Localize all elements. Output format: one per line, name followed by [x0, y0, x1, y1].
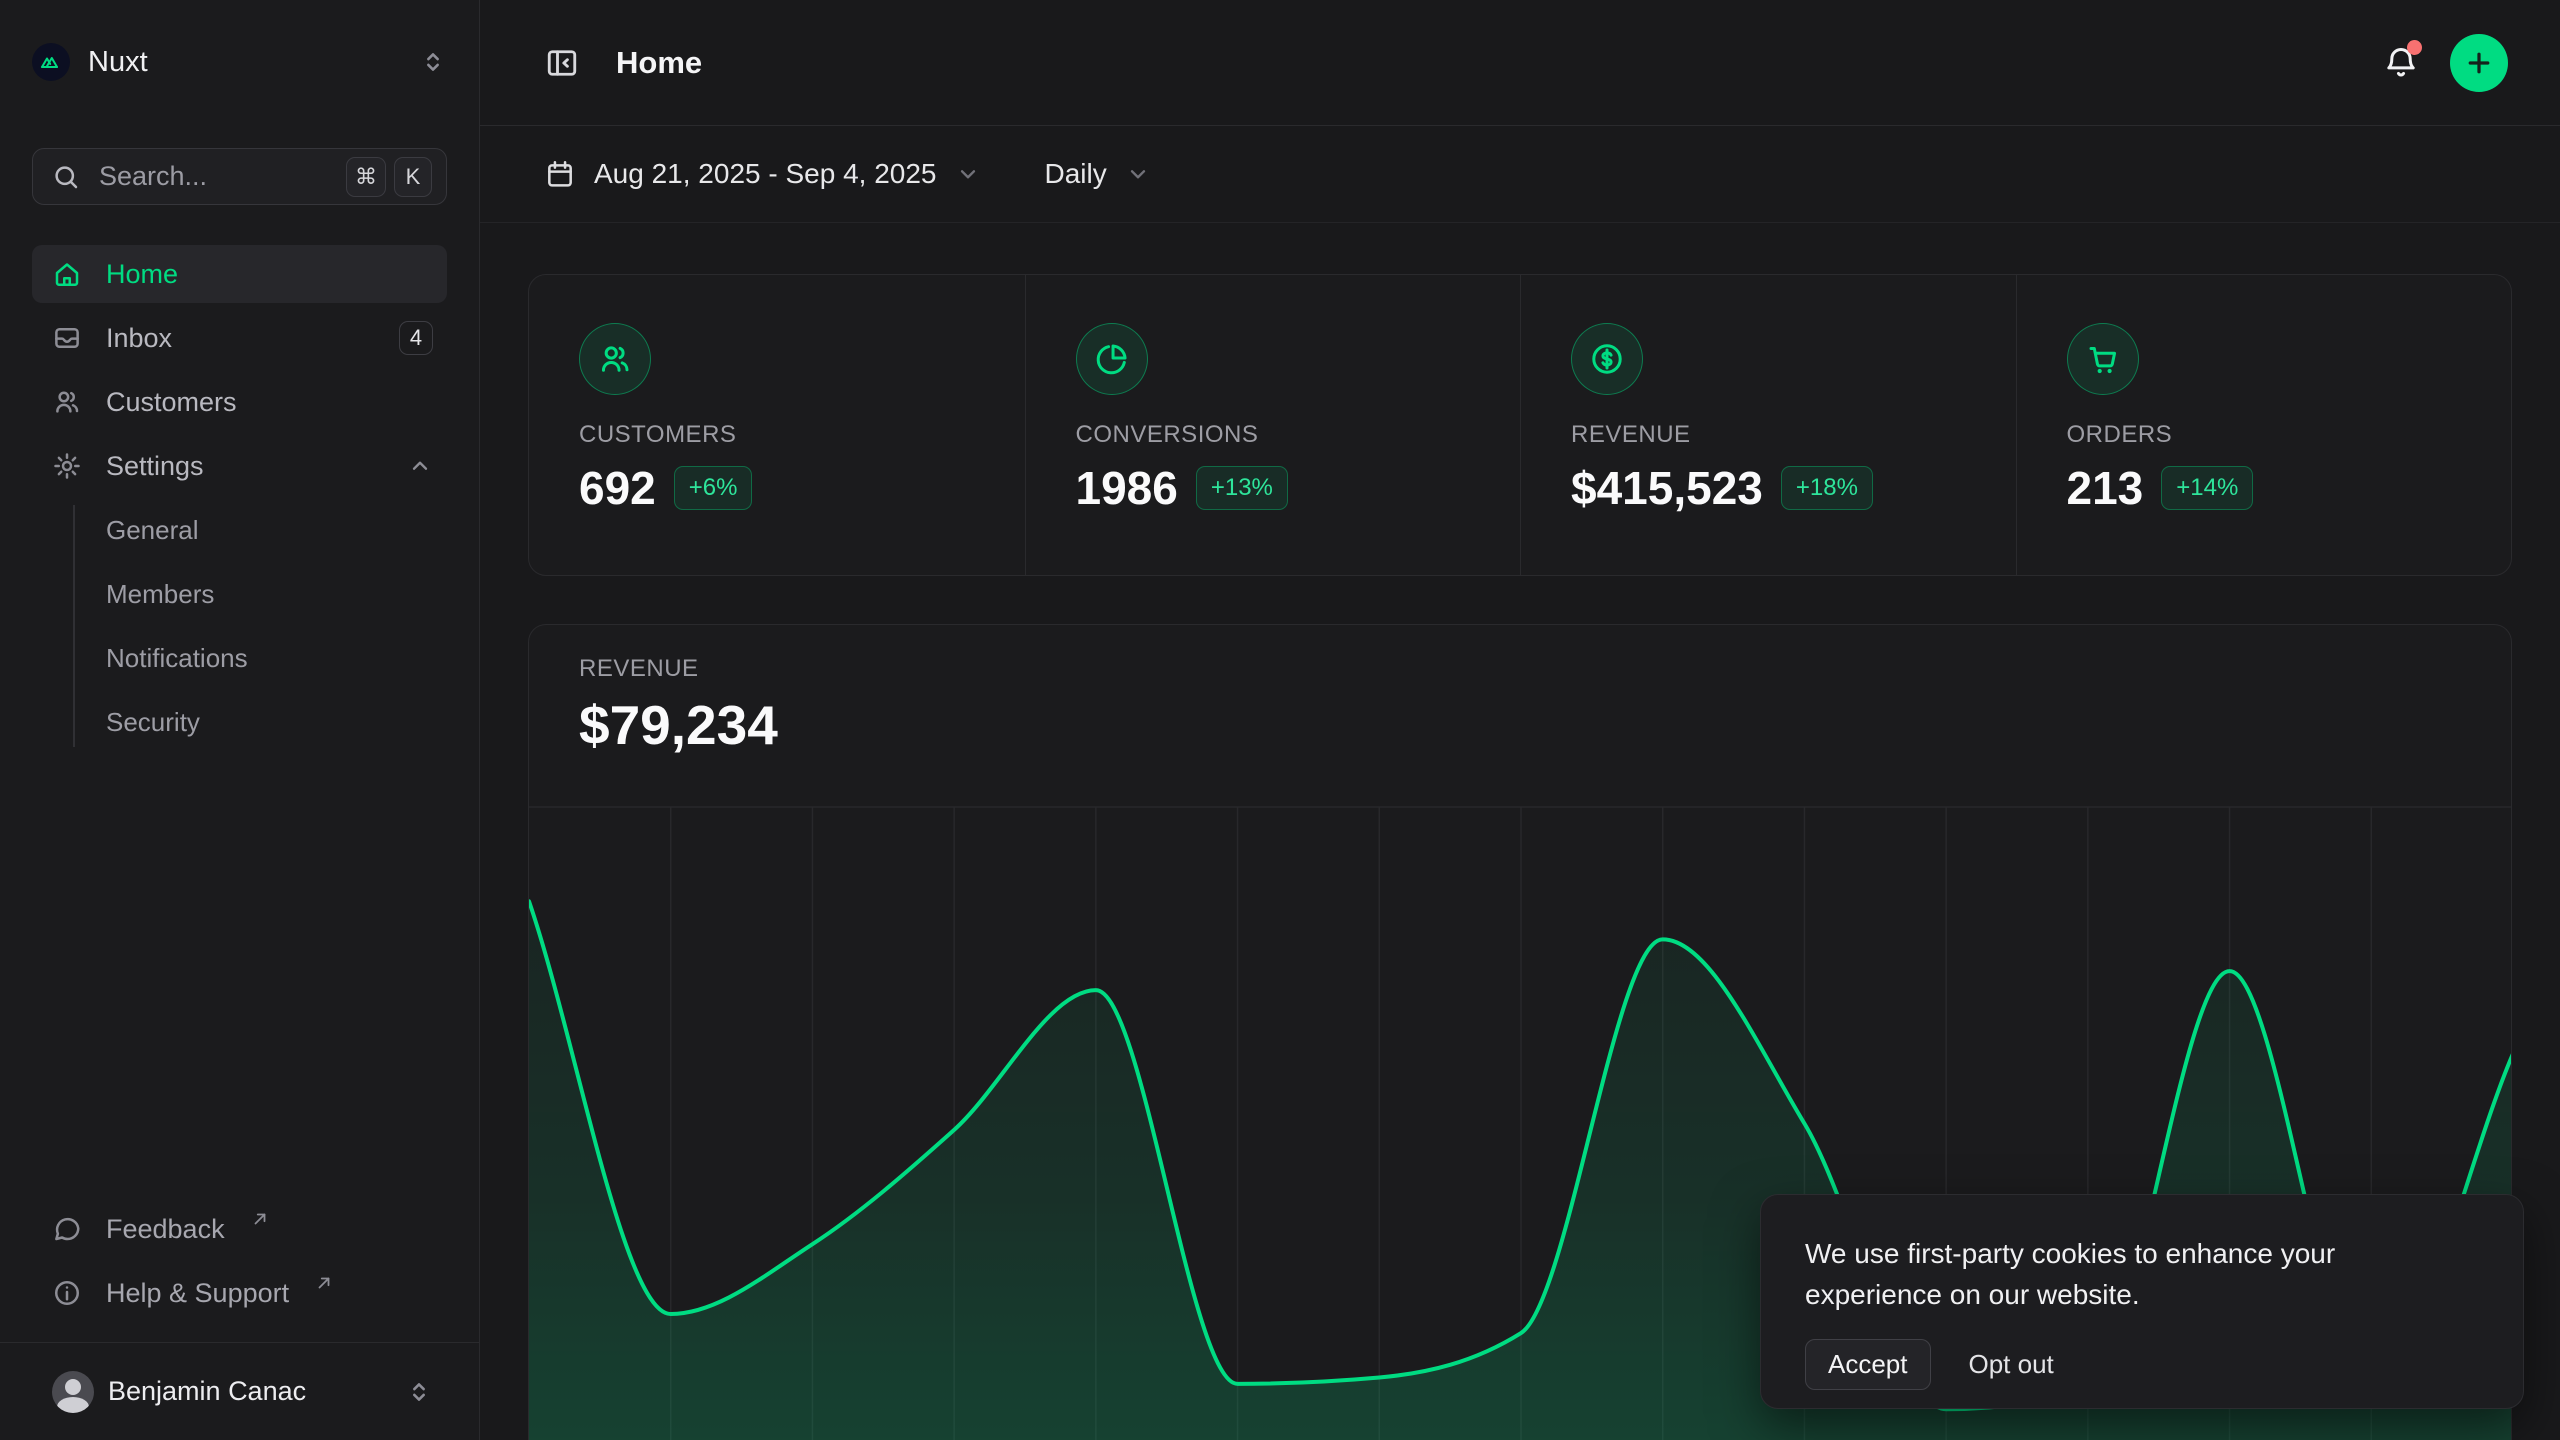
- stat-delta-badge: +6%: [674, 466, 753, 510]
- date-range-picker[interactable]: Aug 21, 2025 - Sep 4, 2025: [544, 158, 981, 190]
- main-area: Home Aug 21,: [480, 0, 2560, 1440]
- nuxt-logo-icon: [32, 43, 70, 81]
- chevron-up-icon: [407, 453, 433, 479]
- revenue-value: $79,234: [579, 693, 2511, 757]
- stat-card-orders[interactable]: ORDERS 213 +14%: [2016, 275, 2512, 575]
- info-circle-icon: [52, 1278, 82, 1308]
- search-input[interactable]: Search... ⌘ K: [32, 148, 447, 205]
- sidebar-item-settings[interactable]: Settings: [32, 437, 447, 495]
- settings-subnav: General Members Notifications Security: [32, 501, 447, 751]
- sidebar-item-notifications[interactable]: Notifications: [32, 629, 447, 687]
- sidebar-item-members[interactable]: Members: [32, 565, 447, 623]
- cookie-message: We use first-party cookies to enhance yo…: [1805, 1233, 2435, 1315]
- chevron-down-icon: [1125, 161, 1151, 187]
- stats-panel: CUSTOMERS 692 +6% CONVERSIONS 1986 +13%: [528, 274, 2512, 576]
- stat-value: 692: [579, 461, 656, 515]
- inbox-count-badge: 4: [399, 321, 433, 355]
- search-kbd-hint: ⌘ K: [346, 157, 432, 197]
- sidebar-collapse-icon[interactable]: [544, 45, 580, 81]
- calendar-icon: [544, 158, 576, 190]
- search-icon: [51, 162, 81, 192]
- stat-card-conversions[interactable]: CONVERSIONS 1986 +13%: [1025, 275, 1521, 575]
- sidebar-item-label: Settings: [106, 451, 204, 482]
- notifications-button[interactable]: [2382, 44, 2420, 82]
- stat-delta-badge: +14%: [2161, 466, 2253, 510]
- chat-bubble-icon: [52, 1214, 82, 1244]
- subnav-label: General: [106, 515, 199, 546]
- plus-icon: [2464, 48, 2494, 78]
- sidebar-item-customers[interactable]: Customers: [32, 373, 447, 431]
- sidebar-user-section: Benjamin Canac: [0, 1342, 479, 1440]
- sidebar: Nuxt Search... ⌘ K Home: [0, 0, 480, 1440]
- stat-delta-badge: +13%: [1196, 466, 1288, 510]
- workspace-switcher[interactable]: Nuxt: [32, 26, 447, 98]
- help-support-link[interactable]: Help & Support: [32, 1264, 447, 1322]
- stat-label: REVENUE: [1571, 421, 2016, 449]
- feedback-link[interactable]: Feedback: [32, 1200, 447, 1258]
- sidebar-item-security[interactable]: Security: [32, 693, 447, 751]
- notification-dot: [2407, 40, 2422, 55]
- chevron-down-icon: [955, 161, 981, 187]
- stat-label: ORDERS: [2067, 421, 2512, 449]
- sidebar-item-inbox[interactable]: Inbox 4: [32, 309, 447, 367]
- toolbar: Aug 21, 2025 - Sep 4, 2025 Daily: [480, 126, 2560, 223]
- side-link-label: Feedback: [106, 1214, 225, 1245]
- sidebar-item-general[interactable]: General: [32, 501, 447, 559]
- sidebar-item-label: Home: [106, 259, 178, 290]
- cookie-banner: We use first-party cookies to enhance yo…: [1760, 1194, 2524, 1409]
- sidebar-nav: Home Inbox 4 Customers: [32, 245, 447, 751]
- stat-label: CONVERSIONS: [1076, 421, 1521, 449]
- stat-card-customers[interactable]: CUSTOMERS 692 +6%: [529, 275, 1025, 575]
- user-name: Benjamin Canac: [108, 1376, 306, 1407]
- stat-value: 213: [2067, 461, 2144, 515]
- stat-value: $415,523: [1571, 461, 1763, 515]
- inbox-icon: [52, 323, 82, 353]
- dollar-circle-icon: [1571, 323, 1643, 395]
- gear-icon: [52, 451, 82, 481]
- stat-value: 1986: [1076, 461, 1178, 515]
- accept-button[interactable]: Accept: [1805, 1339, 1931, 1390]
- external-link-icon: [315, 1274, 333, 1292]
- stat-delta-badge: +18%: [1781, 466, 1873, 510]
- side-link-label: Help & Support: [106, 1278, 289, 1309]
- add-button[interactable]: [2450, 34, 2508, 92]
- page-title: Home: [616, 45, 702, 81]
- select-chevrons-icon: [419, 48, 447, 76]
- sidebar-item-home[interactable]: Home: [32, 245, 447, 303]
- stat-label: CUSTOMERS: [579, 421, 1025, 449]
- subnav-label: Notifications: [106, 643, 248, 674]
- sidebar-item-label: Customers: [106, 387, 237, 418]
- pie-chart-icon: [1076, 323, 1148, 395]
- sidebar-item-label: Inbox: [106, 323, 172, 354]
- granularity-label: Daily: [1045, 158, 1107, 190]
- select-chevrons-icon: [405, 1378, 433, 1406]
- kbd-k: K: [394, 157, 432, 197]
- header: Home: [480, 0, 2560, 126]
- sidebar-footer-links: Feedback Help & Support: [32, 1200, 447, 1322]
- opt-out-button[interactable]: Opt out: [1969, 1349, 2054, 1380]
- cart-icon: [2067, 323, 2139, 395]
- stat-card-revenue[interactable]: REVENUE $415,523 +18%: [1520, 275, 2016, 575]
- avatar: [52, 1371, 94, 1413]
- external-link-icon: [251, 1210, 269, 1228]
- subnav-label: Members: [106, 579, 214, 610]
- kbd-cmd: ⌘: [346, 157, 386, 197]
- users-icon: [579, 323, 651, 395]
- revenue-label: REVENUE: [579, 655, 2511, 683]
- granularity-select[interactable]: Daily: [1045, 158, 1151, 190]
- search-placeholder: Search...: [99, 161, 207, 192]
- subnav-label: Security: [106, 707, 200, 738]
- users-icon: [52, 387, 82, 417]
- workspace-name: Nuxt: [88, 46, 148, 79]
- user-menu[interactable]: Benjamin Canac: [32, 1371, 447, 1413]
- home-icon: [52, 259, 82, 289]
- date-range-label: Aug 21, 2025 - Sep 4, 2025: [594, 158, 937, 190]
